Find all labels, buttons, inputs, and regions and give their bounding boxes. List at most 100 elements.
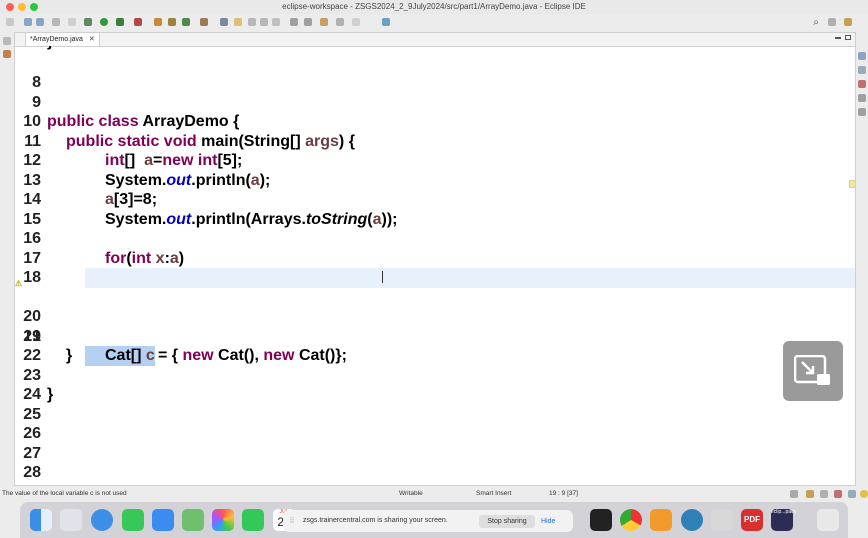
problems-icon[interactable] (858, 80, 866, 88)
restore-icon[interactable] (3, 37, 11, 45)
new-icon[interactable] (6, 18, 14, 26)
status-cursor-position: 19 : 9 [37] (549, 490, 578, 497)
right-trim (856, 32, 868, 486)
messages-icon[interactable] (122, 509, 144, 531)
code-line-27: 27 (23, 444, 41, 462)
block-selection-icon[interactable] (248, 18, 256, 26)
code-line-19: ⚠ 19 Cat[] c = { new Cat(), new Cat()}; (15, 268, 855, 366)
finder-icon[interactable] (30, 509, 52, 531)
new-class-icon[interactable] (182, 18, 190, 26)
partial-brace: } (47, 46, 53, 51)
code-line-11: 11 int[] a=new int[5]; (24, 132, 243, 170)
photos-icon[interactable] (212, 509, 234, 531)
hide-button[interactable]: Hide (541, 515, 555, 528)
save-all-icon[interactable] (36, 18, 44, 26)
books-icon[interactable] (650, 509, 672, 531)
pdf-label: PDF (744, 515, 760, 524)
declaration-icon[interactable] (858, 108, 866, 116)
code-line-12: 12 System.out.println(a); (23, 152, 271, 189)
toggle-mark-occurrences-icon[interactable] (234, 18, 242, 26)
sharing-indicator-icon: ⁞⁞ (290, 518, 294, 525)
printer-icon[interactable] (711, 509, 733, 531)
chrome-icon[interactable] (620, 509, 642, 531)
task-list-icon[interactable] (858, 66, 866, 74)
code-line-29: 29 (15, 463, 855, 486)
trim-icon-2[interactable] (820, 490, 828, 498)
overview-ruler-warning[interactable] (849, 180, 855, 188)
screen-sharing-bar: ⁞⁞ zsgs.trainercentral.com is sharing yo… (283, 510, 573, 532)
word-wrap-icon[interactable] (260, 18, 268, 26)
skip-breakpoints-icon[interactable] (68, 18, 76, 26)
window-title: eclipse-workspace - ZSGS2024_2_9July2024… (282, 2, 586, 11)
title-bar: eclipse-workspace - ZSGS2024_2_9July2024… (0, 0, 868, 14)
code-editor[interactable]: *ArrayDemo.java ✕ } 8 9 public class Arra… (14, 32, 856, 486)
package-explorer-icon[interactable] (3, 50, 11, 58)
trim-icon-1[interactable] (806, 490, 814, 498)
eclipse-label: eclip...pace (771, 509, 797, 515)
forward-icon[interactable] (352, 18, 360, 26)
new-java-project-icon[interactable] (154, 18, 162, 26)
code-line-28: 28 (23, 464, 41, 481)
open-perspective-icon[interactable] (828, 18, 836, 26)
show-whitespace-icon[interactable] (272, 18, 280, 26)
code-line-15: 15 (23, 210, 41, 228)
pin-editor-icon[interactable] (382, 18, 390, 26)
java-perspective-icon[interactable] (844, 18, 852, 26)
left-trim (0, 32, 14, 486)
code-line-9: 9 public class ArrayDemo { (32, 93, 240, 131)
main-toolbar: ⌕ (0, 14, 868, 33)
status-writable: Writable (399, 490, 423, 497)
launchpad-icon[interactable] (60, 509, 82, 531)
trash-icon[interactable] (817, 509, 839, 531)
coverage-icon[interactable] (116, 18, 124, 26)
text-cursor (382, 271, 383, 283)
back-icon[interactable] (336, 18, 344, 26)
trim-icon-4[interactable] (848, 490, 856, 498)
status-bar: The value of the local variable c is not… (0, 488, 868, 500)
minimize-editor-icon[interactable] (835, 37, 841, 39)
picture-in-picture-button[interactable] (783, 341, 843, 401)
maximize-editor-icon[interactable] (845, 35, 851, 40)
code-line-26: 26 (23, 425, 41, 442)
lightbulb-icon[interactable] (860, 490, 868, 498)
external-tools-icon[interactable] (134, 18, 142, 26)
stop-sharing-button[interactable]: Stop sharing (479, 515, 535, 528)
code-line-14: 14 System.out.println(Arrays.toString(a)… (23, 191, 398, 228)
pip-exit-icon (794, 355, 830, 385)
search-icon[interactable]: ⌕ (813, 17, 819, 28)
current-line-highlight (85, 268, 855, 288)
outline-icon[interactable] (858, 52, 866, 60)
facetime-icon[interactable] (242, 509, 264, 531)
code-line-22: 22 (23, 347, 41, 364)
last-edit-location-icon[interactable] (320, 18, 328, 26)
new-package-icon[interactable] (168, 18, 176, 26)
code-area[interactable]: } 8 9 public class ArrayDemo { 10 public… (15, 46, 855, 486)
previous-annotation-icon[interactable] (304, 18, 312, 26)
safari-icon[interactable] (91, 509, 113, 531)
open-type-icon[interactable] (200, 18, 208, 26)
code-line-18: 18 (23, 269, 41, 286)
tab-close-icon[interactable]: ✕ (89, 36, 95, 43)
run-icon[interactable] (100, 18, 108, 26)
code-line-23: 23 } (23, 366, 54, 404)
maps-icon[interactable] (182, 509, 204, 531)
trim-icon-3[interactable] (834, 490, 842, 498)
tab-arraydemo[interactable]: *ArrayDemo.java ✕ (25, 33, 100, 46)
pdf-app-icon[interactable]: PDF (741, 509, 763, 531)
debug-icon[interactable] (84, 18, 92, 26)
terminal-icon[interactable] (590, 509, 612, 531)
save-icon[interactable] (24, 18, 32, 26)
eclipse-workspace-icon[interactable]: eclip...pace (771, 509, 797, 531)
editor-tab-strip: *ArrayDemo.java ✕ (15, 33, 855, 47)
code-line-13: 13 a[3]=8; (23, 171, 158, 209)
code-line-24: 24 (23, 386, 41, 403)
properties-icon[interactable] (52, 18, 60, 26)
code-line-16: 16 for(int x:a) (23, 230, 185, 267)
next-annotation-icon[interactable] (290, 18, 298, 26)
javadoc-icon[interactable] (858, 94, 866, 102)
search-tool-icon[interactable] (220, 18, 228, 26)
progress-icon[interactable] (790, 490, 798, 498)
code-line-21: 21 } (23, 327, 73, 365)
network-icon[interactable] (681, 509, 703, 531)
mail-icon[interactable] (152, 509, 174, 531)
